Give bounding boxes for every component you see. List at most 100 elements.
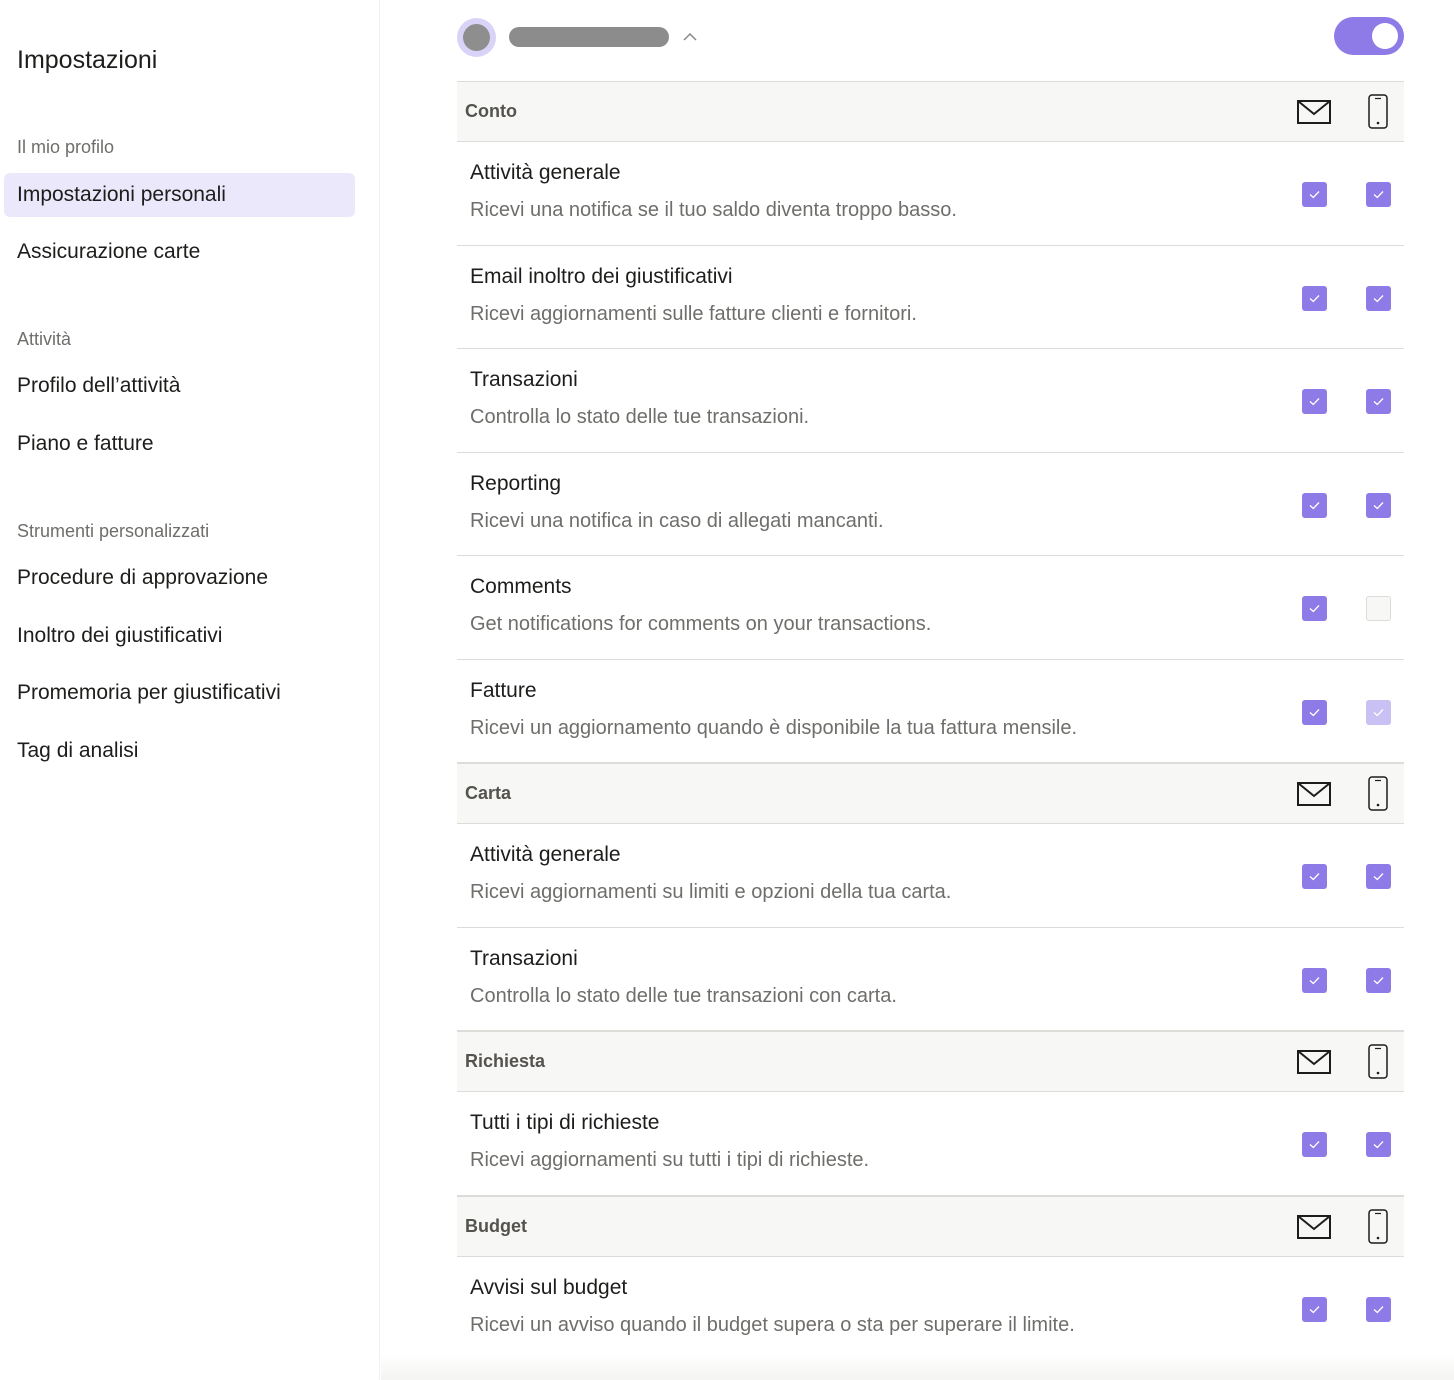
toggle-knob: [1372, 23, 1398, 49]
sidebar-item-business-profile[interactable]: Profilo dell’attività: [4, 364, 355, 408]
check-icon: [1373, 708, 1384, 716]
check-icon: [1373, 398, 1384, 406]
notification-title: Comments: [470, 575, 572, 598]
settings-sidebar: Impostazioni Il mio profilo Impostazioni…: [0, 0, 380, 1380]
email-checkbox[interactable]: [1302, 864, 1327, 889]
check-icon: [1309, 873, 1320, 881]
email-checkbox[interactable]: [1302, 1296, 1327, 1322]
check-icon: [1309, 605, 1320, 613]
mobile-checkbox[interactable]: [1366, 699, 1391, 725]
check-icon: [1373, 1305, 1384, 1313]
redacted-name: [509, 27, 669, 47]
mobile-checkbox[interactable]: [1366, 864, 1391, 889]
notification-row: Email inoltro dei giustificativi Ricevi …: [457, 246, 1404, 349]
email-checkbox[interactable]: [1302, 285, 1327, 311]
mail-icon: [1297, 782, 1331, 806]
notification-row: Transazioni Controlla lo stato delle tue…: [457, 349, 1404, 453]
chevron-up-icon[interactable]: [682, 29, 698, 45]
notification-row: Transazioni Controlla lo stato delle tue…: [457, 928, 1404, 1031]
notification-description: Ricevi aggiornamenti su tutti i tipi di …: [470, 1149, 870, 1171]
notification-row: Attività generale Ricevi aggiornamenti s…: [457, 824, 1404, 928]
sidebar-item-card-insurance[interactable]: Assicurazione carte: [4, 230, 355, 274]
notification-description: Ricevi aggiornamenti sulle fatture clien…: [470, 302, 917, 325]
notification-title: Fatture: [470, 678, 537, 702]
email-checkbox[interactable]: [1302, 492, 1327, 518]
group-header: Carta: [457, 763, 1404, 824]
notification-title: Transazioni: [470, 368, 578, 391]
mobile-checkbox[interactable]: [1366, 492, 1391, 518]
group-title: Richiesta: [465, 1051, 546, 1071]
avatar: [457, 17, 496, 57]
phone-icon: [1368, 776, 1388, 811]
group-header: Budget: [457, 1195, 1404, 1257]
check-icon: [1309, 501, 1320, 509]
mail-icon: [1297, 1050, 1331, 1074]
sidebar-item-analytics-tags[interactable]: Tag di analisi: [4, 729, 355, 773]
section-label-profile: Il mio profilo: [17, 137, 115, 157]
notification-title: Reporting: [470, 471, 562, 495]
group-title: Carta: [465, 783, 512, 803]
notification-title: Tutti i tipi di richieste: [470, 1111, 660, 1134]
notification-row: Fatture Ricevi un aggiornamento quando è…: [457, 660, 1404, 763]
mobile-checkbox[interactable]: [1366, 389, 1391, 414]
phone-icon: [1368, 1044, 1388, 1079]
avatar-image: [463, 23, 490, 51]
sidebar-item-approval-workflows[interactable]: Procedure di approvazione: [4, 556, 355, 600]
email-checkbox[interactable]: [1302, 699, 1327, 725]
check-icon: [1309, 1141, 1320, 1149]
group-title: Conto: [465, 101, 517, 121]
group-header: Conto: [457, 81, 1404, 142]
mobile-checkbox[interactable]: [1366, 182, 1391, 207]
notification-description: Get notifications for comments on your t…: [470, 613, 932, 635]
check-icon: [1309, 191, 1320, 199]
check-icon: [1309, 1305, 1320, 1313]
group-title: Budget: [465, 1215, 527, 1236]
check-icon: [1309, 398, 1320, 406]
section-label-custom-tools: Strumenti personalizzati: [17, 521, 210, 541]
check-icon: [1309, 708, 1320, 716]
check-icon: [1373, 1141, 1384, 1149]
notification-title: Transazioni: [470, 946, 578, 970]
notification-description: Ricevi aggiornamenti su limiti e opzioni…: [470, 881, 952, 903]
email-checkbox[interactable]: [1302, 596, 1327, 621]
mobile-checkbox[interactable]: [1366, 1296, 1391, 1322]
notification-row: Tutti i tipi di richieste Ricevi aggiorn…: [457, 1092, 1404, 1196]
notifications-table: Conto Attività generale Ricevi una notif…: [457, 81, 1404, 1360]
notification-description: Controlla lo stato delle tue transazioni…: [470, 984, 897, 1007]
phone-icon: [1368, 94, 1388, 129]
notifications-panel: Conto Attività generale Ricevi una notif…: [381, 0, 1454, 1380]
phone-icon: [1368, 1208, 1388, 1244]
check-icon: [1373, 294, 1384, 302]
profile-selector[interactable]: [457, 17, 698, 57]
mobile-checkbox[interactable]: [1366, 285, 1391, 311]
notifications-toggle[interactable]: [1334, 17, 1404, 55]
check-icon: [1373, 501, 1384, 509]
sidebar-item-plan-invoices[interactable]: Piano e fatture: [4, 422, 355, 466]
mobile-checkbox[interactable]: [1366, 596, 1391, 621]
notification-row: Comments Get notifications for comments …: [457, 556, 1404, 660]
notification-row: Attività generale Ricevi una notifica se…: [457, 142, 1404, 246]
sidebar-item-receipt-reminders[interactable]: Promemoria per giustificativi: [4, 671, 355, 715]
sidebar-item-personal-settings[interactable]: Impostazioni personali: [4, 173, 355, 217]
check-icon: [1373, 873, 1384, 881]
check-icon: [1373, 191, 1384, 199]
mobile-checkbox[interactable]: [1366, 967, 1391, 993]
notification-title: Avvisi sul budget: [470, 1275, 628, 1299]
email-checkbox[interactable]: [1302, 967, 1327, 993]
email-checkbox[interactable]: [1302, 389, 1327, 414]
section-label-business: Attività: [17, 329, 72, 349]
email-checkbox[interactable]: [1302, 1132, 1327, 1157]
bottom-fade: [381, 1354, 1454, 1380]
notification-row: Reporting Ricevi una notifica in caso di…: [457, 453, 1404, 556]
email-checkbox[interactable]: [1302, 182, 1327, 207]
notification-row: Avvisi sul budget Ricevi un avviso quand…: [457, 1257, 1404, 1360]
sidebar-item-receipt-forwarding[interactable]: Inoltro dei giustificativi: [4, 614, 355, 658]
mail-icon: [1297, 1214, 1331, 1239]
notification-title: Attività generale: [470, 843, 621, 866]
notification-description: Ricevi una notifica in caso di allegati …: [470, 509, 884, 532]
mobile-checkbox[interactable]: [1366, 1132, 1391, 1157]
notification-description: Ricevi un avviso quando il budget supera…: [470, 1313, 1075, 1336]
notification-description: Ricevi una notifica se il tuo saldo dive…: [470, 199, 957, 221]
notification-title: Attività generale: [470, 161, 621, 184]
notification-description: Ricevi un aggiornamento quando è disponi…: [470, 716, 1078, 739]
